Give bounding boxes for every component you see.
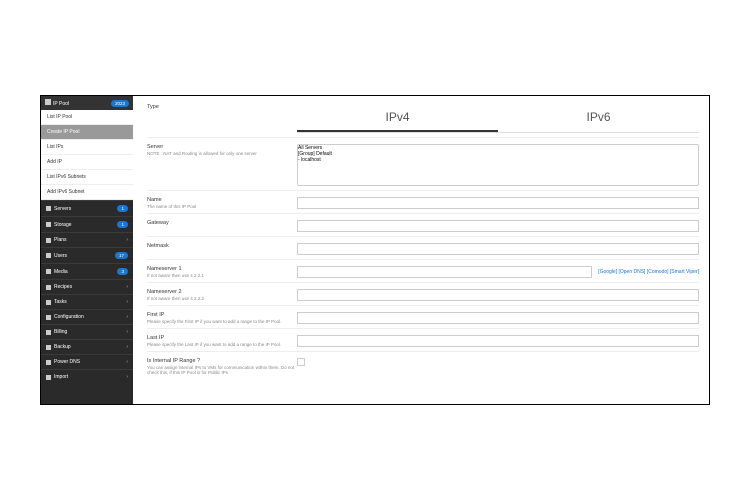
tab-ipv4[interactable]: IPv4 (297, 104, 498, 132)
internal-label: Is Internal IP Range ? (147, 358, 297, 364)
name-help: The name of this IP Pool (147, 204, 297, 209)
server-help: NOTE : NAT and Routing is allowed for on… (147, 151, 297, 156)
name-input[interactable] (297, 197, 699, 209)
tab-ipv6[interactable]: IPv6 (498, 104, 699, 132)
nav-item-backup[interactable]: Backup› (41, 339, 133, 354)
nav-item-servers[interactable]: Servers1 (41, 200, 133, 216)
sidebar-title: IP Pool (53, 101, 69, 107)
chevron-right-icon: › (126, 329, 128, 335)
nav-badge: 17 (115, 252, 128, 259)
submenu-list-ipv6[interactable]: List IPv6 Subnets (41, 170, 133, 185)
submenu-add-ip[interactable]: Add IP (41, 155, 133, 170)
nav-icon (46, 330, 51, 335)
nav-icon (46, 253, 51, 258)
internal-help: You can assign internal IPs to VMs for c… (147, 365, 297, 375)
header-badge: 2023 (111, 100, 129, 107)
sidebar: IP Pool 2023 List IP Pool Create IP Pool… (41, 96, 133, 404)
type-tabs: IPv4 IPv6 (297, 104, 699, 133)
nav-icon (46, 285, 51, 290)
dns-preset-links[interactable]: [Google] [Open DNS] [Comodo] [Smart Vipe… (598, 269, 699, 275)
netmask-input[interactable] (297, 243, 699, 255)
nav-item-configuration[interactable]: Configuration› (41, 309, 133, 324)
chevron-right-icon: › (126, 314, 128, 320)
server-label: Server (147, 144, 297, 150)
lastip-help: Please specify the Last IP if you want t… (147, 342, 297, 347)
gateway-input[interactable] (297, 220, 699, 232)
nav-item-plans[interactable]: Plans› (41, 232, 133, 247)
nav-icon (46, 300, 51, 305)
server-select[interactable]: All Servers[Group] Default- localhost (297, 144, 699, 186)
nav-badge: 3 (117, 268, 128, 275)
nav-item-recipes[interactable]: Recipes› (41, 279, 133, 294)
nav-item-users[interactable]: Users17 (41, 247, 133, 263)
submenu-create-ip-pool[interactable]: Create IP Pool (41, 125, 133, 140)
nav-icon (46, 315, 51, 320)
name-label: Name (147, 197, 297, 203)
ns2-input[interactable] (297, 289, 699, 301)
chevron-right-icon: › (126, 299, 128, 305)
nav-icon (46, 206, 51, 211)
nav-icon (46, 238, 51, 243)
ns2-label: Nameserver 2 (147, 289, 297, 295)
lastip-input[interactable] (297, 335, 699, 347)
ns1-input[interactable] (297, 266, 592, 278)
nav-badge: 1 (117, 221, 128, 228)
netmask-label: Netmask (147, 243, 297, 249)
submenu: List IP Pool Create IP Pool List IPs Add… (41, 110, 133, 200)
chevron-right-icon: › (126, 359, 128, 365)
chevron-right-icon: › (126, 374, 128, 380)
type-label: Type (147, 104, 297, 133)
chevron-right-icon: › (126, 284, 128, 290)
chevron-right-icon: › (126, 237, 128, 243)
submenu-list-ips[interactable]: List IPs (41, 140, 133, 155)
nav-icon (46, 375, 51, 380)
ns2-help: If not aware then use 4.2.2.2 (147, 296, 297, 301)
lastip-label: Last IP (147, 335, 297, 341)
nav-item-power-dns[interactable]: Power DNS› (41, 354, 133, 369)
gateway-label: Gateway (147, 220, 297, 226)
firstip-help: Please specify the First IP if you want … (147, 319, 297, 324)
nav-item-media[interactable]: Media3 (41, 263, 133, 279)
submenu-list-ip-pool[interactable]: List IP Pool (41, 110, 133, 125)
nav-icon (46, 345, 51, 350)
sidebar-header: IP Pool 2023 (41, 96, 133, 110)
nav-icon (46, 360, 51, 365)
chevron-right-icon: › (126, 344, 128, 350)
ns1-help: If not aware then use 4.2.2.1 (147, 273, 297, 278)
nav-item-billing[interactable]: Billing› (41, 324, 133, 339)
nav-item-storage[interactable]: Storage1 (41, 216, 133, 232)
submenu-add-ipv6[interactable]: Add IPv6 Subnet (41, 185, 133, 200)
ns1-label: Nameserver 1 (147, 266, 297, 272)
nav-badge: 1 (117, 205, 128, 212)
main-content: Type IPv4 IPv6 Server NOTE : NAT and Rou… (133, 96, 709, 404)
firstip-input[interactable] (297, 312, 699, 324)
ip-pool-icon (45, 99, 51, 105)
internal-checkbox[interactable] (297, 358, 305, 366)
nav-item-import[interactable]: Import› (41, 369, 133, 384)
nav-icon (46, 222, 51, 227)
firstip-label: First IP (147, 312, 297, 318)
nav-icon (46, 269, 51, 274)
nav-item-tasks[interactable]: Tasks› (41, 294, 133, 309)
